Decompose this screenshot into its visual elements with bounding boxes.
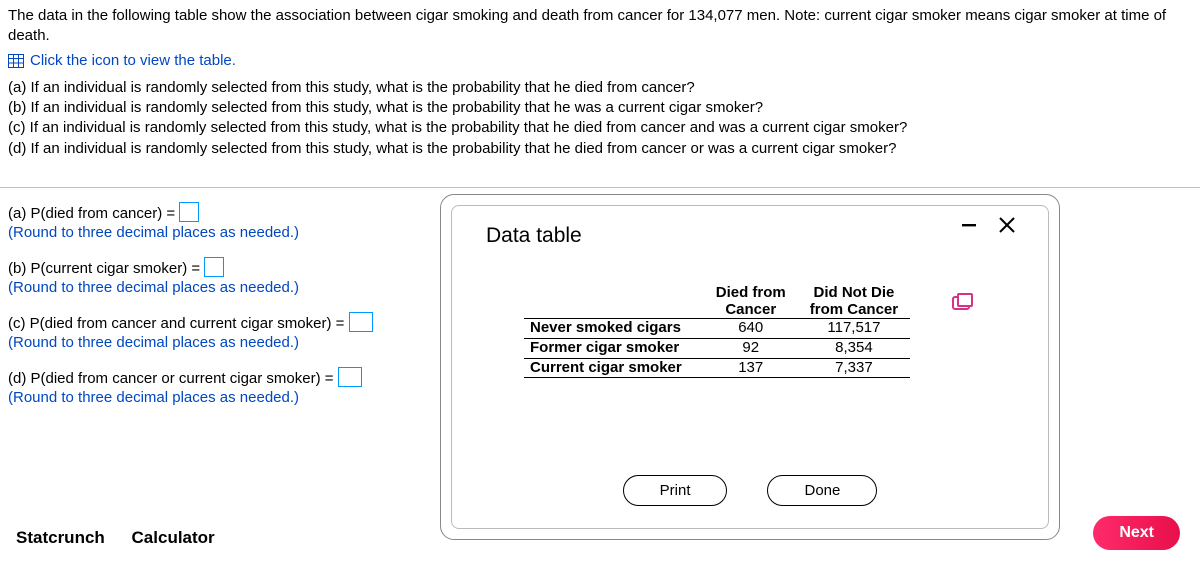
next-button[interactable]: Next <box>1093 516 1180 550</box>
part-d-text: (d) If an individual is randomly selecte… <box>8 139 1192 159</box>
modal-inner: Data table Died fromCancer Did Not Diefr… <box>451 205 1049 529</box>
copy-table-icon[interactable] <box>952 296 970 310</box>
print-button[interactable]: Print <box>623 475 728 506</box>
data-table: Died fromCancer Did Not Diefrom Cancer N… <box>524 284 910 378</box>
view-table-label: Click the icon to view the table. <box>30 51 236 71</box>
answer-b-input[interactable] <box>204 257 224 277</box>
close-icon[interactable] <box>998 216 1016 234</box>
row2-died: 137 <box>704 358 798 378</box>
col1-header-l1: Died from <box>716 284 786 301</box>
row0-label: Never smoked cigars <box>524 319 704 339</box>
minimize-icon[interactable] <box>962 223 978 227</box>
modal-title: Data table <box>486 224 582 248</box>
row1-label: Former cigar smoker <box>524 338 704 358</box>
row1-notdied: 8,354 <box>798 338 910 358</box>
answer-d-input[interactable] <box>338 367 362 387</box>
row0-notdied: 117,517 <box>798 319 910 339</box>
answer-c-label: (c) P(died from cancer and current cigar… <box>8 315 349 332</box>
view-table-link[interactable]: Click the icon to view the table. <box>8 51 236 71</box>
part-c-text: (c) If an individual is randomly selecte… <box>8 118 1192 138</box>
problem-intro: The data in the following table show the… <box>8 6 1192 47</box>
answer-b-label: (b) P(current cigar smoker) = <box>8 260 204 277</box>
col2-header-l2: from Cancer <box>810 301 898 318</box>
row2-notdied: 7,337 <box>798 358 910 378</box>
row2-label: Current cigar smoker <box>524 358 704 378</box>
col2-header-l1: Did Not Die <box>814 284 895 301</box>
statcrunch-tool[interactable]: Statcrunch <box>16 528 105 547</box>
table-row: Former cigar smoker 92 8,354 <box>524 338 910 358</box>
table-icon <box>8 54 24 68</box>
table-row: Current cigar smoker 137 7,337 <box>524 358 910 378</box>
done-button[interactable]: Done <box>767 475 877 506</box>
part-b-text: (b) If an individual is randomly selecte… <box>8 98 1192 118</box>
answer-a-input[interactable] <box>179 202 199 222</box>
data-table-modal: Data table Died fromCancer Did Not Diefr… <box>440 194 1060 540</box>
row1-died: 92 <box>704 338 798 358</box>
calculator-tool[interactable]: Calculator <box>132 528 215 547</box>
table-row: Never smoked cigars 640 117,517 <box>524 319 910 339</box>
answer-a-label: (a) P(died from cancer) = <box>8 205 179 222</box>
row0-died: 640 <box>704 319 798 339</box>
answer-d-label: (d) P(died from cancer or current cigar … <box>8 370 338 387</box>
col1-header-l2: Cancer <box>725 301 776 318</box>
part-a-text: (a) If an individual is randomly selecte… <box>8 78 1192 98</box>
answer-c-input[interactable] <box>349 312 373 332</box>
